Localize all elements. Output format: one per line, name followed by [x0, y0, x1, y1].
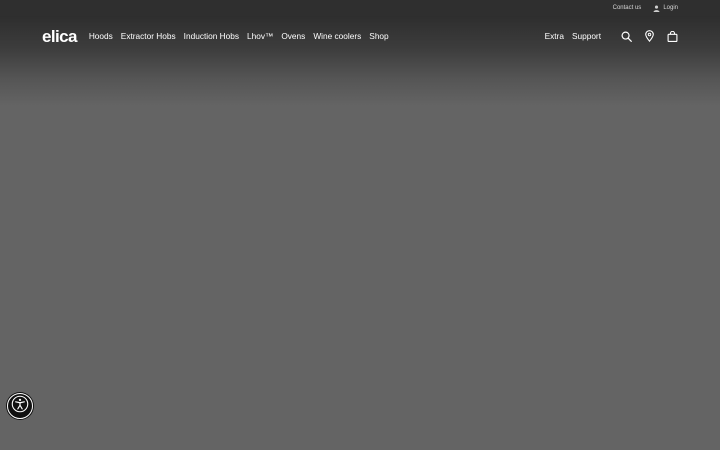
location-pin-icon[interactable]: [644, 30, 655, 42]
main-navigation: elica Hoods Extractor Hobs Induction Hob…: [0, 16, 720, 56]
secondary-menu: Extra Support: [545, 31, 601, 41]
nav-item-extra[interactable]: Extra: [545, 31, 564, 41]
login-label: Login: [663, 5, 678, 11]
accessibility-icon: [11, 395, 29, 418]
nav-icons: [621, 30, 678, 42]
utility-bar: Contact us Login: [0, 0, 720, 16]
nav-item-ovens[interactable]: Ovens: [281, 31, 305, 41]
nav-item-extractor-hobs[interactable]: Extractor Hobs: [121, 31, 176, 41]
shopping-bag-icon[interactable]: [667, 30, 678, 42]
contact-us-link[interactable]: Contact us: [613, 5, 642, 11]
user-icon: [653, 5, 660, 12]
nav-item-support[interactable]: Support: [572, 31, 601, 41]
nav-right: Extra Support: [545, 30, 678, 42]
login-link[interactable]: Login: [653, 5, 678, 12]
accessibility-button[interactable]: [7, 393, 33, 419]
primary-menu: Hoods Extractor Hobs Induction Hobs Lhov…: [89, 31, 389, 41]
nav-item-shop[interactable]: Shop: [369, 31, 388, 41]
nav-item-lhov[interactable]: Lhov™: [247, 31, 273, 41]
nav-item-wine-coolers[interactable]: Wine coolers: [313, 31, 361, 41]
elica-logo[interactable]: elica: [42, 28, 77, 45]
search-icon[interactable]: [621, 31, 632, 42]
nav-item-hoods[interactable]: Hoods: [89, 31, 113, 41]
contact-us-label: Contact us: [612, 5, 642, 11]
nav-item-induction-hobs[interactable]: Induction Hobs: [184, 31, 239, 41]
